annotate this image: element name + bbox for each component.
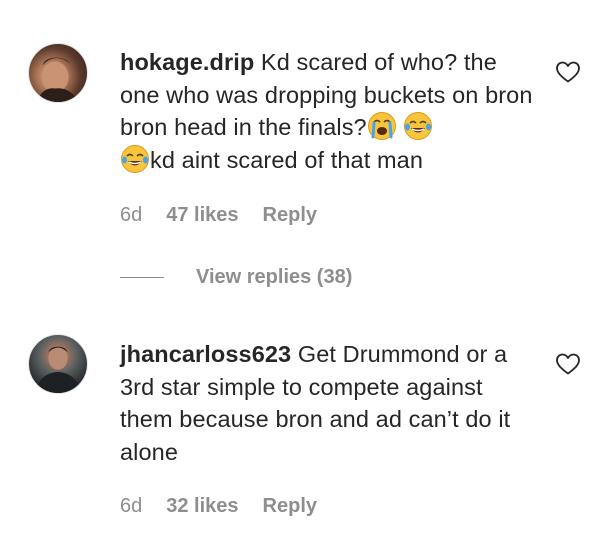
reply-button[interactable]: Reply bbox=[263, 495, 317, 518]
reply-button[interactable]: Reply bbox=[263, 204, 317, 227]
face-with-tears-of-joy-icon bbox=[120, 144, 150, 174]
comment-age: 6d bbox=[120, 204, 143, 226]
avatar[interactable] bbox=[28, 334, 88, 394]
avatar[interactable] bbox=[28, 43, 88, 103]
heart-outline-icon[interactable] bbox=[555, 60, 581, 84]
comment-text: jhancarloss623 Get Drummond or a 3rd sta… bbox=[120, 338, 540, 468]
comment-age: 6d bbox=[120, 495, 143, 517]
view-replies-label: View replies (38) bbox=[196, 266, 353, 288]
comment-text: hokage.drip Kd scared of who? the one wh… bbox=[120, 46, 540, 176]
likes-count[interactable]: 32 likes bbox=[166, 495, 238, 518]
username[interactable]: jhancarloss623 bbox=[120, 341, 291, 367]
comment-body-continued: kd aint scared of that man bbox=[150, 146, 423, 173]
comment-meta: 6d 47 likes Reply bbox=[120, 204, 317, 227]
face-with-tears-of-joy-icon bbox=[403, 111, 433, 141]
view-replies-button[interactable]: View replies (38) bbox=[120, 266, 352, 289]
comment-meta: 6d 32 likes Reply bbox=[120, 495, 317, 518]
loudly-crying-face-icon bbox=[367, 111, 397, 141]
username[interactable]: hokage.drip bbox=[120, 49, 254, 75]
likes-count[interactable]: 47 likes bbox=[166, 204, 238, 227]
heart-outline-icon[interactable] bbox=[555, 352, 581, 376]
divider-line bbox=[120, 277, 164, 278]
